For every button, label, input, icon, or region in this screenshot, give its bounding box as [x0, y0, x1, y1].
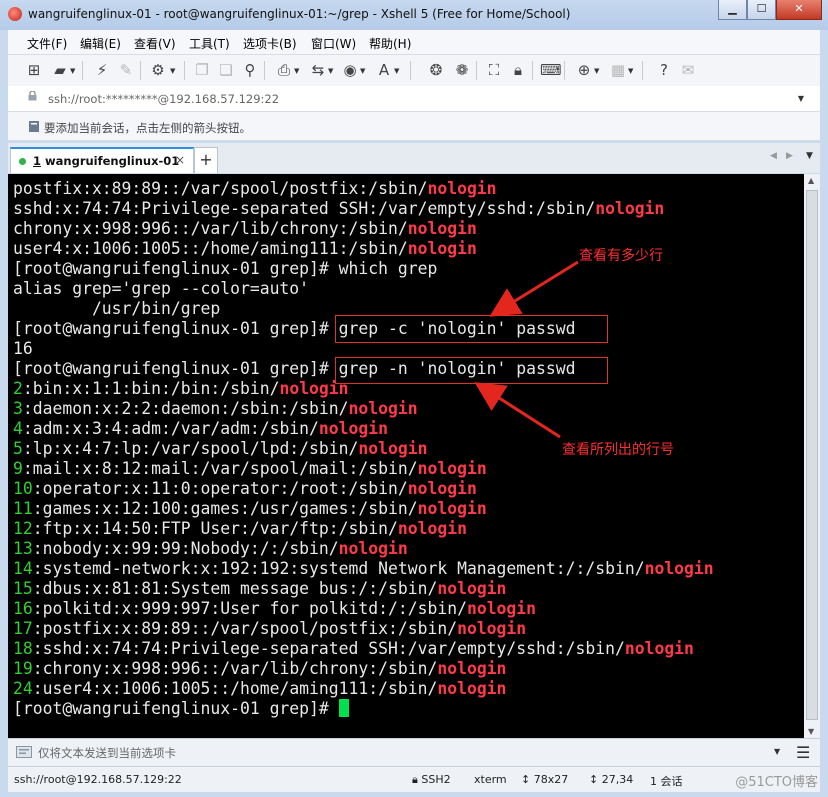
status-size: ↕ 78x27	[521, 773, 568, 786]
status-protocol-text: SSH2	[421, 773, 451, 786]
status-terminal-type: xterm	[474, 773, 507, 786]
status-cursor-text: 27,34	[601, 773, 634, 786]
annotation-arrows	[474, 260, 579, 439]
watermark: @51CTO博客	[735, 775, 818, 790]
menu-icon[interactable]: ☰	[796, 743, 810, 762]
compose-bar: 仅将文本发送到当前选项卡 ▼ ☰	[8, 738, 820, 766]
status-connection: ssh://root@192.168.57.129:22	[14, 773, 182, 786]
status-size-text: 78x27	[533, 773, 569, 786]
cursor-position-icon: ↕	[589, 773, 599, 786]
annotation-arrow-line-number	[474, 382, 561, 439]
compose-input[interactable]: 仅将文本发送到当前选项卡	[38, 745, 176, 761]
chevron-down-icon[interactable]: ▼	[774, 747, 780, 756]
status-cursor-position: ↕ 27,34	[589, 773, 633, 786]
status-protocol: 🔒︎ SSH2	[412, 773, 451, 787]
resize-icon: ↕	[521, 773, 531, 786]
status-bar: ssh://root@192.168.57.129:22 🔒︎ SSH2 xte…	[8, 766, 820, 792]
lock-icon: 🔒︎	[412, 773, 418, 786]
status-sessions: 1 会话	[650, 775, 683, 788]
compose-icon[interactable]	[16, 746, 32, 758]
annotation-arrow-count	[489, 260, 579, 317]
